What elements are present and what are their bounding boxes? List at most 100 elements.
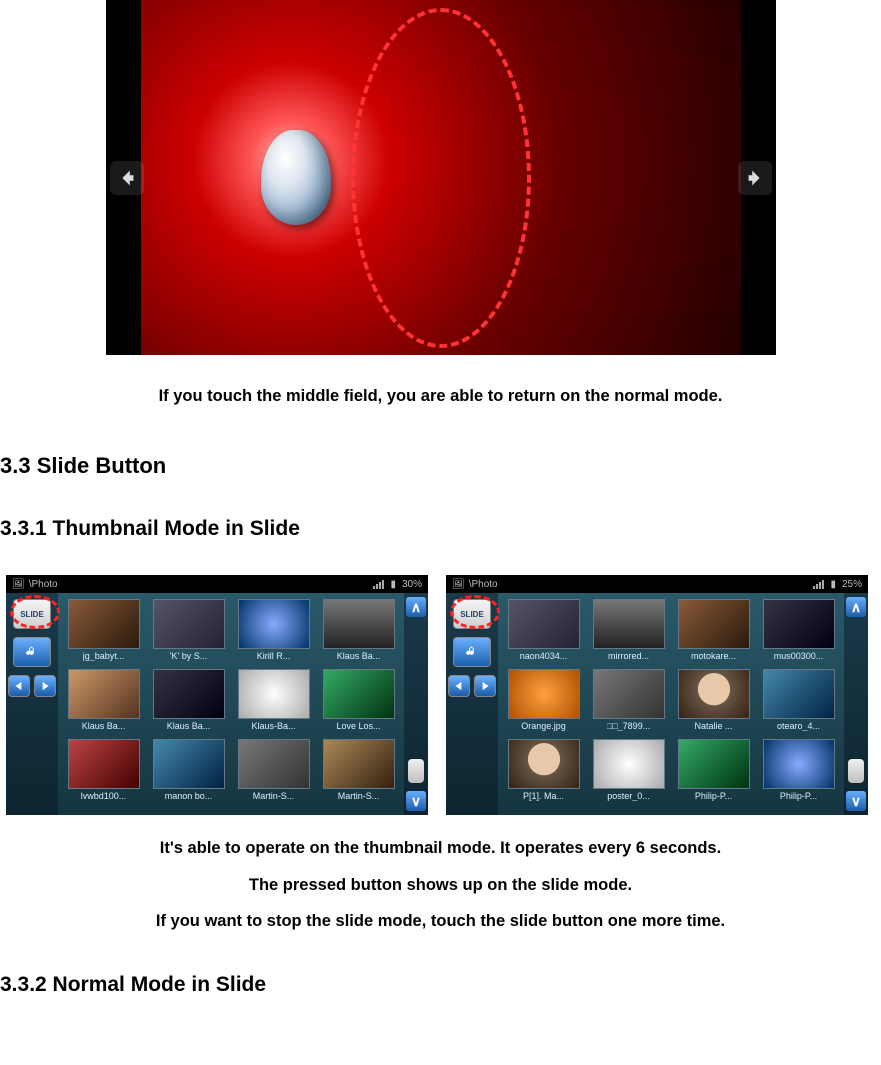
- thumbnail-item[interactable]: Philip-P...: [672, 739, 755, 807]
- thumbnail-item[interactable]: naon4034...: [502, 599, 585, 667]
- next-tool-button[interactable]: [34, 675, 56, 697]
- thumbnail-label: motokare...: [691, 651, 736, 661]
- heading-thumbnail-mode: 3.3.1 Thumbnail Mode in Slide: [0, 517, 881, 541]
- thumbnail-label: Klaus Ba...: [82, 721, 126, 731]
- scroll-up-button[interactable]: ∧: [846, 597, 866, 617]
- thumb-caption-line1: It's able to operate on the thumbnail mo…: [0, 835, 881, 861]
- thumbnail-image: [763, 739, 835, 789]
- thumbnail-image: [323, 599, 395, 649]
- thumbnail-item[interactable]: 'K' by S...: [147, 599, 230, 667]
- thumbnail-image: [678, 669, 750, 719]
- scroll-thumb[interactable]: [408, 759, 424, 783]
- thumbnail-panel-right: 🖼 \Photo ▮ 25% SLIDE: [446, 575, 868, 815]
- arrow-right-icon: [744, 167, 766, 189]
- heading-normal-mode: 3.3.2 Normal Mode in Slide: [0, 973, 881, 997]
- thumbnail-label: otearo_4...: [777, 721, 820, 731]
- water-droplet: [261, 130, 331, 225]
- thumbnail-image: [153, 669, 225, 719]
- thumbnail-item[interactable]: □□_7899...: [587, 669, 670, 737]
- thumbnail-image: [508, 669, 580, 719]
- scroll-track[interactable]: [848, 617, 864, 791]
- thumbnail-item[interactable]: Klaus-Ba...: [232, 669, 315, 737]
- thumbnail-label: Martin-S...: [253, 791, 295, 801]
- thumbnail-panel-left: 🖼 \Photo ▮ 30% SLIDE: [6, 575, 428, 815]
- slide-button[interactable]: SLIDE: [453, 599, 491, 629]
- app-title: \Photo: [29, 579, 58, 590]
- scroll-thumb[interactable]: [848, 759, 864, 783]
- arrow-left-icon: [116, 167, 138, 189]
- tool-column: SLIDE: [446, 593, 498, 815]
- thumbnail-image: [763, 599, 835, 649]
- thumbnail-label: Kirill R...: [257, 651, 291, 661]
- viewer-caption: If you touch the middle field, you are a…: [0, 383, 881, 409]
- thumb-caption-line3: If you want to stop the slide mode, touc…: [0, 908, 881, 934]
- thumbnail-label: Natalie ...: [694, 721, 732, 731]
- thumbnail-item[interactable]: Love Los...: [317, 669, 400, 737]
- battery-icon: ▮: [390, 579, 396, 590]
- thumbnail-item[interactable]: Martin-S...: [232, 739, 315, 807]
- battery-percent: 25%: [842, 579, 862, 590]
- thumbnail-image: [153, 739, 225, 789]
- prev-icon: [11, 679, 27, 693]
- music-button[interactable]: [13, 637, 51, 667]
- prev-tool-button[interactable]: [8, 675, 30, 697]
- prev-button[interactable]: [110, 161, 144, 195]
- thumbnail-item[interactable]: manon bo...: [147, 739, 230, 807]
- thumbnail-item[interactable]: lvwbd100...: [62, 739, 145, 807]
- scroll-up-button[interactable]: ∧: [406, 597, 426, 617]
- photo-viewer: [106, 0, 776, 355]
- thumbnail-item[interactable]: Martin-S...: [317, 739, 400, 807]
- thumbnail-item[interactable]: P[1]. Ma...: [502, 739, 585, 807]
- thumbnail-item[interactable]: mirrored...: [587, 599, 670, 667]
- slide-button[interactable]: SLIDE: [13, 599, 51, 629]
- thumbnail-item[interactable]: Natalie ...: [672, 669, 755, 737]
- thumbnail-label: naon4034...: [520, 651, 568, 661]
- thumbnail-item[interactable]: Klaus Ba...: [62, 669, 145, 737]
- thumbnail-item[interactable]: Kirill R...: [232, 599, 315, 667]
- thumbnail-image: [593, 669, 665, 719]
- scroll-down-button[interactable]: ∨: [406, 791, 426, 811]
- thumbnail-item[interactable]: Orange.jpg: [502, 669, 585, 737]
- prev-tool-button[interactable]: [448, 675, 470, 697]
- battery-percent: 30%: [402, 579, 422, 590]
- scrollbar: ∧ ∨: [844, 593, 868, 815]
- heading-slide-button: 3.3 Slide Button: [0, 453, 881, 479]
- thumbnail-label: Philip-P...: [780, 791, 817, 801]
- scroll-track[interactable]: [408, 617, 424, 791]
- thumbnail-label: jg_babyt...: [83, 651, 125, 661]
- scroll-down-button[interactable]: ∨: [846, 791, 866, 811]
- thumbnail-label: mirrored...: [608, 651, 649, 661]
- thumbnail-panels-row: 🖼 \Photo ▮ 30% SLIDE: [0, 575, 881, 815]
- thumbnail-image: [153, 599, 225, 649]
- thumbnail-image: [593, 599, 665, 649]
- status-bar: 🖼 \Photo ▮ 30%: [6, 575, 428, 593]
- thumbnail-label: poster_0...: [607, 791, 650, 801]
- thumbnail-item[interactable]: otearo_4...: [757, 669, 840, 737]
- thumbnail-image: [678, 599, 750, 649]
- thumbnail-item[interactable]: jg_babyt...: [62, 599, 145, 667]
- thumbnail-image: [238, 669, 310, 719]
- scrollbar: ∧ ∨: [404, 593, 428, 815]
- thumbnail-label: P[1]. Ma...: [523, 791, 564, 801]
- thumbnail-item[interactable]: Klaus Ba...: [147, 669, 230, 737]
- thumbnail-image: [763, 669, 835, 719]
- thumbnail-item[interactable]: motokare...: [672, 599, 755, 667]
- thumbnail-item[interactable]: Philip-P...: [757, 739, 840, 807]
- thumbnail-image: [508, 599, 580, 649]
- music-button[interactable]: [453, 637, 491, 667]
- next-button[interactable]: [738, 161, 772, 195]
- thumbnail-label: Love Los...: [336, 721, 380, 731]
- thumbnail-label: 'K' by S...: [170, 651, 207, 661]
- thumbnail-grid: jg_babyt... 'K' by S... Kirill R... Klaus B…: [58, 593, 404, 815]
- thumbnail-item[interactable]: mus00300...: [757, 599, 840, 667]
- app-title: \Photo: [469, 579, 498, 590]
- thumbnail-label: manon bo...: [165, 791, 213, 801]
- thumbnail-label: mus00300...: [774, 651, 824, 661]
- tool-column: SLIDE: [6, 593, 58, 815]
- thumbnail-item[interactable]: Klaus Ba...: [317, 599, 400, 667]
- thumbnail-item[interactable]: poster_0...: [587, 739, 670, 807]
- slide-button-label: SLIDE: [20, 610, 44, 619]
- thumbnail-image: [508, 739, 580, 789]
- next-tool-button[interactable]: [474, 675, 496, 697]
- thumbnail-label: Martin-S...: [338, 791, 380, 801]
